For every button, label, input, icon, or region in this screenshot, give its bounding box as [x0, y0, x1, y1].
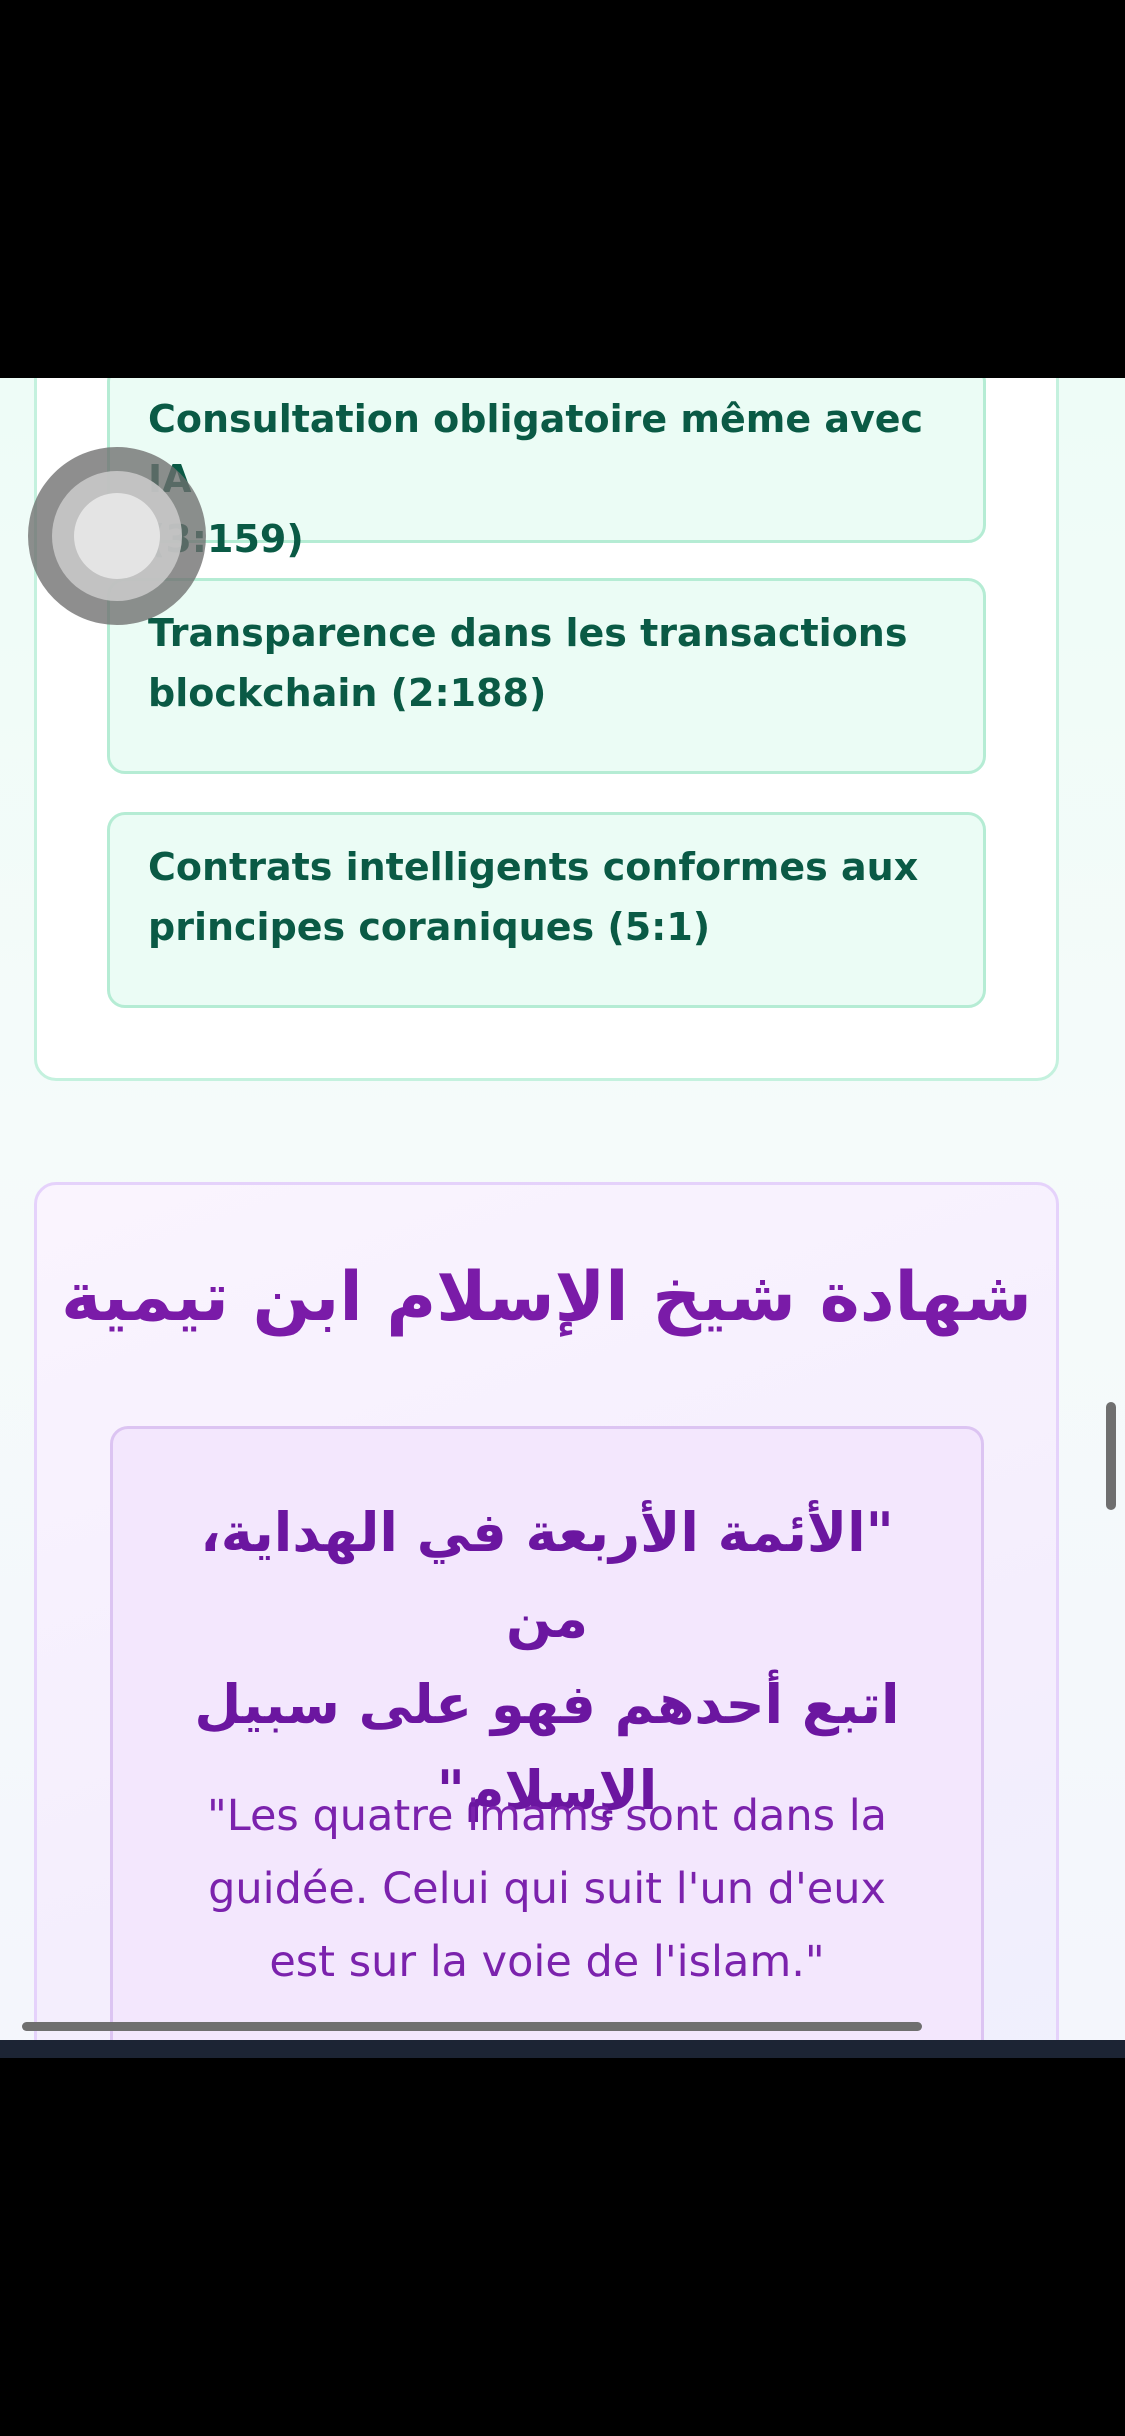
rule-card: Contrats intelligents conformes aux prin…	[107, 812, 986, 1008]
vertical-scrollbar[interactable]	[1106, 1402, 1116, 1510]
rule-text-line: Consultation obligatoire même avec IA	[148, 397, 924, 501]
touch-indicator-core	[74, 493, 160, 579]
touch-indicator	[28, 447, 206, 625]
rule-text-line: principes coraniques (5:1)	[148, 905, 711, 949]
rule-card: Transparence dans les transactions block…	[107, 578, 986, 774]
rule-card: Consultation obligatoire même avec IA (3…	[107, 378, 986, 561]
quote-arabic-line: "الأئمة الأربعة في الهداية، من	[200, 1501, 894, 1650]
quote-french-line: est sur la voie de l'islam."	[269, 1937, 825, 1987]
page-content[interactable]: Consultation obligatoire même avec IA (3…	[0, 378, 1125, 2040]
testimony-title: شهادة شيخ الإسلام ابن تيمية	[61, 1258, 1032, 1337]
rule-text-line: blockchain (2:188)	[148, 671, 547, 715]
rule-text-line: Transparence dans les transactions	[148, 611, 908, 655]
horizontal-scrollbar[interactable]	[22, 2022, 922, 2031]
rule-text-line: (3:159)	[148, 517, 304, 561]
quote-french: "Les quatre imams sont dans la guidée. C…	[150, 1780, 944, 1999]
quote-french-line: guidée. Celui qui suit l'un d'eux	[208, 1864, 886, 1914]
quote-french-line: "Les quatre imams sont dans la	[206, 1791, 888, 1841]
rule-text-line: Contrats intelligents conformes aux	[148, 845, 919, 889]
touch-indicator-ring	[52, 471, 182, 601]
quote-arabic-line: اتبع أحدهم فهو على سبيل	[194, 1673, 900, 1736]
bottom-strip	[0, 2040, 1125, 2058]
